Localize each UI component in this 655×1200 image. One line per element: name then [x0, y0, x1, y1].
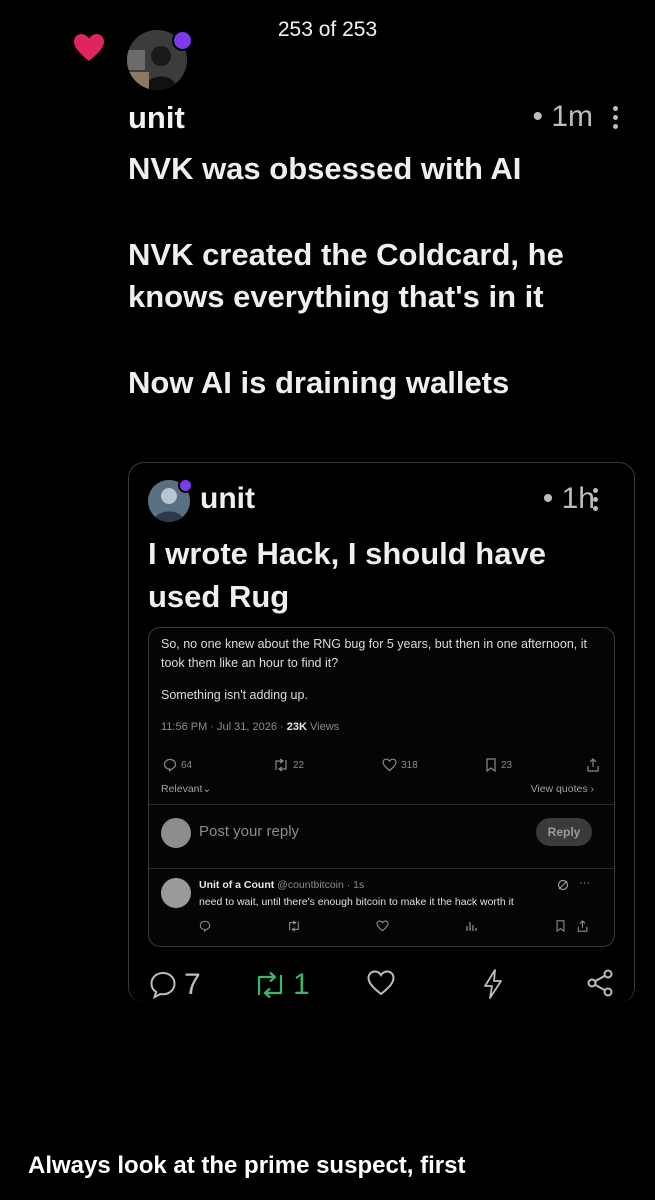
comment-more-icon: ··· — [579, 877, 590, 889]
quote-author[interactable]: unit — [200, 482, 255, 516]
post-author[interactable]: unit — [128, 100, 185, 136]
reply-button: Reply — [536, 818, 592, 846]
comment-views-icon — [466, 922, 477, 931]
repost-icon — [257, 971, 283, 999]
reply-count: 7 — [184, 968, 201, 1001]
reply-input-placeholder: Post your reply — [199, 823, 300, 840]
comment-icon — [150, 971, 176, 999]
caption: Always look at the prime suspect, first — [28, 1152, 466, 1179]
view-quotes-link: View quotes › — [530, 783, 594, 795]
reply-button[interactable]: 7 — [148, 968, 201, 1002]
comment-share-icon — [577, 920, 588, 932]
verified-badge-icon — [172, 30, 193, 51]
bookmark-action: 23 — [485, 758, 512, 772]
reply-count: 64 — [181, 759, 193, 771]
divider — [149, 868, 614, 869]
comment-text: need to wait, until there's enough bitco… — [199, 896, 514, 908]
timestamp: 11:56 PM · Jul 31, 2026 · — [161, 721, 287, 733]
heart-icon[interactable] — [73, 33, 105, 63]
reply-avatar — [161, 818, 191, 848]
comment-repost-icon — [289, 920, 299, 932]
post-line: Now AI is draining wallets — [128, 365, 510, 400]
post-time: • 1m — [532, 100, 593, 133]
divider — [149, 804, 614, 805]
bookmark-icon — [486, 758, 496, 772]
embedded-screenshot: So, no one knew about the RNG bug for 5 … — [148, 627, 615, 947]
zap-icon[interactable] — [481, 968, 505, 1000]
share-action — [587, 758, 599, 772]
like-action: 318 — [382, 758, 418, 772]
share-icon[interactable] — [586, 968, 614, 998]
screenshot-text: So, no one knew about the RNG bug for 5 … — [161, 637, 587, 670]
screenshot-actions: 64 22 318 23 — [161, 758, 601, 778]
comment-header: Unit of a Count @countbitcoin · 1s — [199, 879, 364, 891]
grok-icon — [557, 879, 569, 891]
bookmark-count: 23 — [501, 759, 513, 771]
reply-icon — [163, 758, 177, 772]
comment-avatar — [161, 878, 191, 908]
quote-text: I wrote Hack, I should have used Rug — [148, 536, 546, 614]
repost-icon — [275, 758, 287, 772]
repost-count: 22 — [293, 759, 305, 771]
quote-time: • 1h — [542, 482, 595, 515]
comment-author: Unit of a Count — [199, 879, 275, 891]
verified-badge-icon — [178, 478, 193, 493]
more-options-icon[interactable] — [613, 106, 621, 133]
repost-button[interactable]: 1 — [253, 968, 310, 1002]
post-line: NVK was obsessed with AI — [128, 151, 522, 186]
screenshot-text: Something isn't adding up. — [161, 688, 308, 702]
comment-reply-icon — [199, 920, 211, 932]
share-icon — [587, 758, 599, 772]
comment-bookmark-icon — [556, 920, 565, 932]
views-label: Views — [306, 721, 340, 733]
screenshot-meta: 11:56 PM · Jul 31, 2026 · 23K Views — [161, 721, 339, 733]
repost-count: 1 — [293, 968, 310, 1001]
comment-like-icon — [376, 920, 389, 932]
repost-action: 22 — [273, 758, 304, 772]
post-line: NVK created the Coldcard, he knows every… — [128, 237, 564, 314]
quote-more-options-icon[interactable] — [593, 488, 599, 515]
like-count: 318 — [401, 759, 418, 771]
comment-handle: @countbitcoin · 1s — [277, 879, 365, 891]
like-icon[interactable] — [366, 968, 396, 998]
reply-action: 64 — [163, 758, 192, 772]
post-action-bar: 7 1 — [148, 968, 618, 1008]
post-body: NVK was obsessed with AI NVK created the… — [128, 148, 598, 448]
views-count: 23K — [286, 721, 307, 733]
sort-relevant: Relevant⌄ — [161, 783, 212, 795]
like-icon — [382, 758, 397, 772]
